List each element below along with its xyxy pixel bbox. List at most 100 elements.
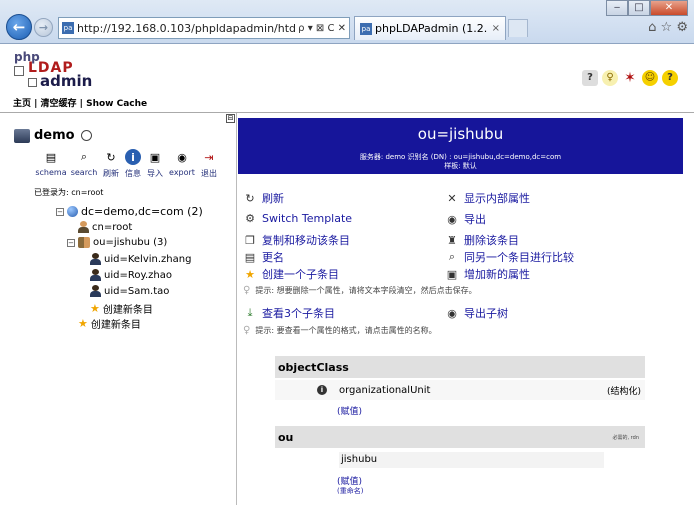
tree-node-uid-sam[interactable]: uid=Sam.tao xyxy=(90,285,169,297)
node-label[interactable]: 创建新条目 xyxy=(91,316,141,331)
tool-label[interactable]: search xyxy=(71,168,98,177)
add-attribute-icon: ▣ xyxy=(446,267,458,281)
expander-icon[interactable]: − xyxy=(56,207,64,216)
tool-label[interactable]: 退出 xyxy=(201,168,217,179)
node-label[interactable]: 创建新条目 xyxy=(103,301,153,316)
action-show-internal[interactable]: ✕ 显示内部属性 xyxy=(445,190,530,206)
node-label[interactable]: uid=Sam.tao xyxy=(104,286,169,297)
tree-node-uid-kelvin[interactable]: uid=Kelvin.zhang xyxy=(90,253,191,265)
tool-label[interactable]: 刷新 xyxy=(103,168,119,179)
logged-in-as: 已登录为: cn=root xyxy=(34,188,104,197)
expander-icon[interactable]: − xyxy=(67,238,75,247)
hint-text: 提示: 想要删除一个属性，请将文本字段清空，然后点击保存。 xyxy=(255,286,477,295)
server-header[interactable]: demo xyxy=(14,128,92,143)
tool-info[interactable]: i 信息 xyxy=(122,149,144,179)
server-name[interactable]: demo xyxy=(34,128,75,143)
hint-delete-attr: ♀ 提示: 想要删除一个属性，请将文本字段清空，然后点击保存。 xyxy=(243,285,477,296)
attr-header-ou[interactable]: ou 必需的, rdn xyxy=(275,426,645,448)
browser-toolbar-icons[interactable]: ⌂ ☆ ⚙ xyxy=(648,20,688,35)
action-label[interactable]: 增加新的属性 xyxy=(464,266,530,282)
server-icon xyxy=(14,128,30,143)
action-label[interactable]: 刷新 xyxy=(262,190,284,206)
bulb-icon[interactable]: ♀ xyxy=(602,70,618,86)
tree-node-root[interactable]: − dc=demo,dc=com (2) xyxy=(56,205,203,218)
tab-title: phpLDAPadmin (1.2.3) - xyxy=(375,22,488,35)
new-tab-button[interactable] xyxy=(508,19,528,37)
hint-text: 提示: 要查看一个属性的格式，请点击属性的名称。 xyxy=(255,326,437,335)
hint-view-attr: ♀ 提示: 要查看一个属性的格式，请点击属性的名称。 xyxy=(243,325,437,336)
tool-export[interactable]: ◉ export xyxy=(166,149,198,179)
url-text[interactable]: http://192.168.0.103/phpldapadmin/htdocs… xyxy=(77,22,295,35)
back-button[interactable]: ← xyxy=(6,14,32,40)
action-refresh[interactable]: ↻ 刷新 xyxy=(243,190,284,206)
action-label[interactable]: 更名 xyxy=(262,249,284,265)
minimize-button[interactable]: ‒ xyxy=(606,0,628,16)
refresh-icon: ↻ xyxy=(245,191,255,205)
node-label[interactable]: dc=demo,dc=com (2) xyxy=(81,205,203,218)
action-label[interactable]: Switch Template xyxy=(262,212,352,225)
node-label[interactable]: uid=Kelvin.zhang xyxy=(104,254,191,265)
action-rename[interactable]: ▤ 更名 xyxy=(243,249,284,265)
close-window-button[interactable]: ✕ xyxy=(650,0,688,16)
tree-node-cn-root[interactable]: cn=root xyxy=(78,221,132,233)
entry-info: 服务器: demo 识别名 (DN) : ou=jishubu,dc=demo,… xyxy=(238,150,683,174)
star-icon: ★ xyxy=(90,302,100,315)
action-label[interactable]: 显示内部属性 xyxy=(464,190,530,206)
smiley-icon[interactable]: ☺ xyxy=(642,70,658,86)
attr-value-input[interactable]: jishubu xyxy=(339,452,604,468)
attr-value-row: jishubu xyxy=(275,450,645,470)
action-export-subtree[interactable]: ◉ 导出子树 xyxy=(445,305,508,321)
action-label[interactable]: 删除该条目 xyxy=(464,232,519,248)
action-delete[interactable]: ♜ 删除该条目 xyxy=(445,232,519,248)
node-label[interactable]: cn=root xyxy=(92,222,132,233)
tree-node-uid-roy[interactable]: uid=Roy.zhao xyxy=(90,269,172,281)
browser-tab[interactable]: pa phpLDAPadmin (1.2.3) - × xyxy=(354,16,506,40)
address-bar[interactable]: pa http://192.168.0.103/phpldapadmin/htd… xyxy=(58,17,350,39)
attr-name[interactable]: ou xyxy=(278,431,293,444)
action-label[interactable]: 复制和移动该条目 xyxy=(262,232,350,248)
bug-icon[interactable]: ✶ xyxy=(622,70,638,86)
tool-label[interactable]: schema xyxy=(35,168,66,177)
attr-rename-link[interactable]: (重命名) xyxy=(337,486,363,496)
attr-header-objectclass[interactable]: objectClass xyxy=(275,356,645,378)
action-copy-move[interactable]: ❐ 复制和移动该条目 xyxy=(243,232,350,248)
action-switch-template[interactable]: ⚙ Switch Template xyxy=(243,211,352,225)
attr-extra: (结构化) xyxy=(606,386,641,397)
node-label[interactable]: ou=jishubu (3) xyxy=(93,237,167,248)
domain-globe-icon xyxy=(67,206,78,217)
action-create-child[interactable]: ★ 创建一个子条目 xyxy=(243,266,339,282)
question-icon[interactable]: ? xyxy=(662,70,678,86)
tool-logout[interactable]: ⇥ 退出 xyxy=(198,149,220,179)
attr-value-row: i organizationalUnit (结构化) xyxy=(275,380,645,400)
tree-collapse-button[interactable]: ⊟ xyxy=(226,114,235,123)
tool-search[interactable]: ⌕ search xyxy=(68,149,100,179)
tab-close-icon[interactable]: × xyxy=(492,23,500,34)
forward-button[interactable]: → xyxy=(34,18,53,37)
attr-name[interactable]: objectClass xyxy=(278,361,349,374)
tool-label[interactable]: export xyxy=(169,168,195,177)
node-label[interactable]: uid=Roy.zhao xyxy=(104,270,172,281)
action-export[interactable]: ◉ 导出 xyxy=(445,211,486,227)
action-label[interactable]: 创建一个子条目 xyxy=(262,266,339,282)
action-compare[interactable]: ⌕ 同另一个条目进行比较 xyxy=(445,249,574,265)
action-label[interactable]: 查看3个子条目 xyxy=(262,305,335,321)
tool-import[interactable]: ▣ 导入 xyxy=(144,149,166,179)
tool-refresh[interactable]: ↻ 刷新 xyxy=(100,149,122,179)
star-icon: ★ xyxy=(245,267,255,281)
tool-label[interactable]: 信息 xyxy=(125,168,141,179)
tree-node-ou[interactable]: − ou=jishubu (3) xyxy=(67,237,167,248)
address-bar-icons[interactable]: ρ ▾ ⊠ C ✕ xyxy=(298,23,346,34)
action-view-children[interactable]: ⤓ 查看3个子条目 xyxy=(243,305,335,321)
action-label[interactable]: 导出 xyxy=(464,211,486,227)
tree-create-child-ou[interactable]: ★ 创建新条目 xyxy=(90,301,153,316)
help-icon[interactable]: ? xyxy=(582,70,598,86)
tool-label[interactable]: 导入 xyxy=(147,168,163,179)
attr-add-value-link[interactable]: (赋值) xyxy=(337,404,362,417)
top-links[interactable]: 主页 | 清空缓存 | Show Cache xyxy=(0,96,694,110)
maximize-button[interactable]: □ xyxy=(628,0,650,16)
tool-schema[interactable]: ▤ schema xyxy=(34,149,68,179)
action-label[interactable]: 同另一个条目进行比较 xyxy=(464,249,574,265)
action-label[interactable]: 导出子树 xyxy=(464,305,508,321)
tree-create-child-root[interactable]: ★ 创建新条目 xyxy=(78,316,141,331)
action-add-attr[interactable]: ▣ 增加新的属性 xyxy=(445,266,530,282)
